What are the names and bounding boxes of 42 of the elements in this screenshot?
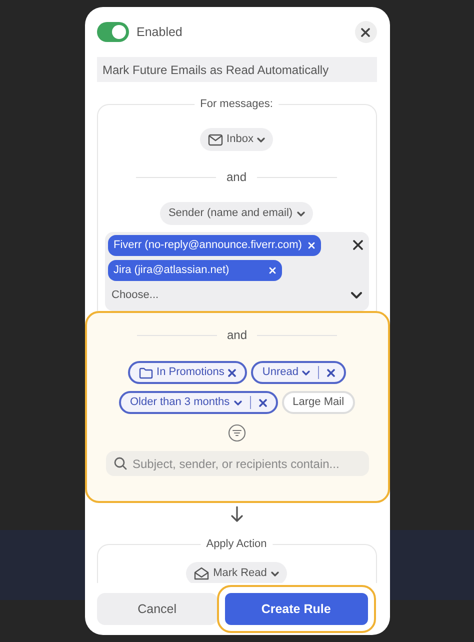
rule-name-field[interactable]: Mark Future Emails as Read Automatically [96,57,376,82]
search-field[interactable]: Subject, sender, or recipients contain... [106,451,368,476]
filter-chip[interactable]: Older than 3 months [118,391,278,414]
arrow-down-icon [230,506,244,522]
create-rule-button[interactable]: Create Rule [216,585,376,633]
search-icon [114,457,126,470]
filter-chip[interactable]: Large Mail [282,391,356,414]
filter-icon[interactable] [228,424,246,442]
section-legend: For messages: [194,97,279,112]
toggle-label: Enabled [136,24,182,41]
connector-label: and [226,327,248,344]
chevron-icon [270,570,279,576]
cancel-button[interactable]: Cancel [96,593,218,625]
remove-icon [308,242,315,249]
close-button[interactable] [354,21,376,43]
sender-chip[interactable]: Fiverr (no-reply@announce.fiverr.com) [108,235,321,256]
envelope-icon [208,134,223,146]
section-legend: Apply Action [200,537,273,552]
action-dropdown[interactable]: Mark Read [186,562,287,583]
remove-icon [327,368,336,376]
chevron-icon [296,210,305,216]
chevron-icon [302,370,310,376]
filter-chip[interactable]: Unread [251,361,346,384]
connector-label: and [226,169,247,186]
filter-chip[interactable]: In Promotions [128,361,248,384]
chevron-icon [257,136,266,142]
open-envelope-icon [194,567,210,580]
folder-icon [138,366,153,378]
select-placeholder: Choose... [112,288,159,303]
remove-icon [228,368,236,376]
sender-chip[interactable]: Jira (jira@atlassian.net) [108,260,282,281]
remove-icon [258,398,267,406]
chevron-icon [234,400,242,406]
clear-button[interactable] [352,240,362,250]
close-icon [352,240,362,250]
enabled-toggle[interactable] [96,22,128,42]
mailbox-dropdown[interactable]: Inbox [200,128,274,151]
close-icon [361,28,370,36]
chevron-icon [350,292,362,299]
sender-select[interactable]: Fiverr (no-reply@announce.fiverr.com) Jira (jira@atlassian.net) Choose... [104,232,368,310]
remove-icon [269,267,276,274]
field-dropdown[interactable]: Sender (name and email) [160,202,313,225]
